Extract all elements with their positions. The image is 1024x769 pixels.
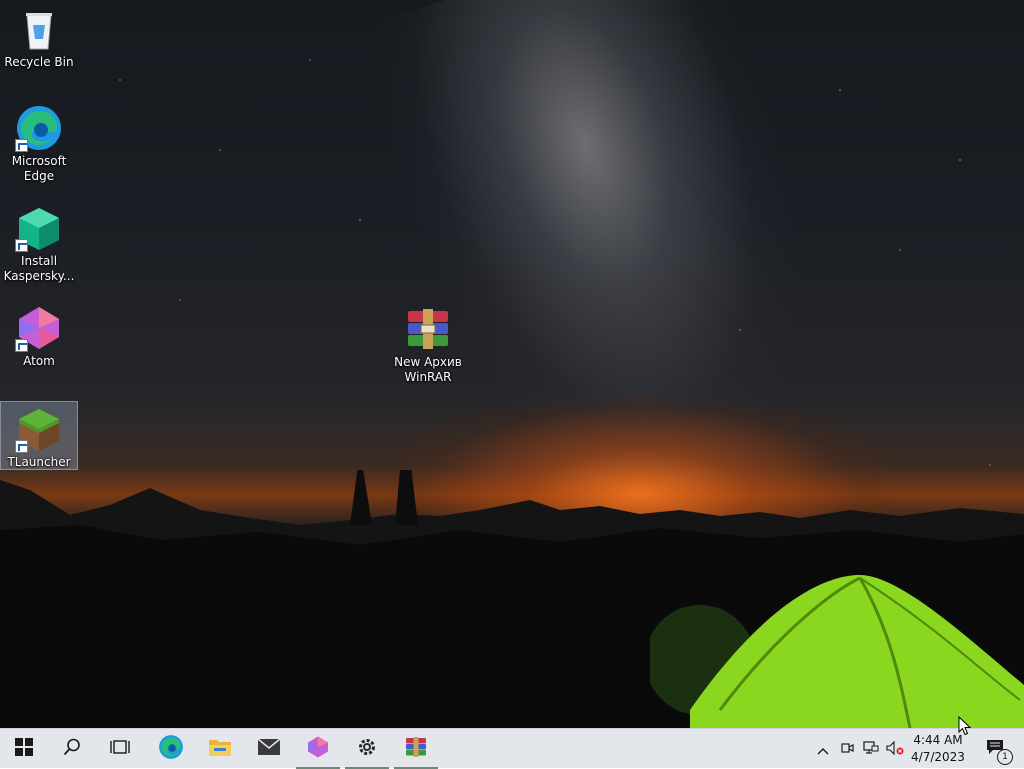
taskbar-winrar-button[interactable]	[392, 729, 440, 769]
taskbar-edge-button[interactable]	[147, 729, 195, 769]
task-view-icon	[110, 738, 130, 760]
tray-network-button[interactable]	[860, 729, 882, 769]
notification-count-badge: 1	[997, 749, 1013, 765]
search-button[interactable]	[48, 729, 96, 769]
wallpaper-tent	[650, 575, 1024, 728]
tray-volume-button[interactable]	[884, 729, 906, 769]
edge-icon	[158, 734, 184, 764]
shortcut-arrow-icon	[15, 139, 28, 152]
desktop-icon-label: Recycle Bin	[4, 55, 74, 69]
desktop-icon-install-kaspersky[interactable]: Install Kaspersky...	[1, 201, 77, 289]
notifications-icon: 1	[986, 739, 1013, 765]
search-icon	[63, 738, 81, 760]
folder-icon	[208, 737, 232, 761]
meet-now-icon	[840, 740, 854, 759]
shortcut-arrow-icon	[15, 339, 28, 352]
tray-meet-now-button[interactable]	[836, 729, 858, 769]
desktop-icon-label: Atom	[23, 354, 55, 368]
desktop-icon-microsoft-edge[interactable]: Microsoft Edge	[1, 101, 77, 189]
start-icon	[15, 738, 33, 760]
clock-date: 4/7/2023	[911, 750, 965, 764]
desktop-icon-recycle-bin[interactable]: Recycle Bin	[1, 2, 77, 78]
atom-icon	[15, 304, 63, 352]
taskbar-settings-button[interactable]	[343, 729, 391, 769]
taskbar-atom-button[interactable]	[294, 729, 342, 769]
taskbar-mail-button[interactable]	[245, 729, 293, 769]
desktop-icon-label: Install Kaspersky...	[3, 254, 75, 283]
edge-icon	[15, 104, 63, 152]
desktop-icon-atom[interactable]: Atom	[1, 301, 77, 373]
taskbar-file-explorer-button[interactable]	[196, 729, 244, 769]
shortcut-arrow-icon	[15, 440, 28, 453]
winrar-icon	[404, 735, 428, 763]
start-button[interactable]	[0, 729, 48, 769]
desktop-icon-winrar-archive[interactable]: New Архив WinRAR	[390, 302, 466, 388]
desktop-icon-tlauncher[interactable]: TLauncher	[0, 401, 78, 470]
shortcut-arrow-icon	[15, 239, 28, 252]
winrar-archive-icon	[404, 305, 452, 353]
network-icon	[863, 740, 879, 759]
volume-muted-icon	[886, 740, 904, 759]
gear-icon	[357, 737, 377, 761]
kaspersky-installer-icon	[15, 204, 63, 252]
task-view-button[interactable]	[96, 729, 144, 769]
action-center-button[interactable]: 1	[976, 729, 1016, 769]
tray-overflow-button[interactable]	[812, 729, 834, 769]
mail-icon	[257, 738, 281, 760]
chevron-up-icon	[817, 740, 829, 759]
desktop-icon-label: New Архив WinRAR	[394, 355, 462, 384]
desktop[interactable]: Recycle Bin Microsoft Edge Install Kaspe…	[0, 0, 1024, 728]
tlauncher-icon	[15, 405, 63, 453]
mouse-cursor-icon	[958, 716, 972, 736]
recycle-bin-icon	[15, 5, 63, 53]
taskbar: 4:44 AM 4/7/2023 1	[0, 728, 1024, 769]
desktop-icon-label: TLauncher	[7, 455, 71, 469]
atom-icon	[306, 735, 330, 763]
desktop-icon-label: Microsoft Edge	[11, 154, 67, 183]
